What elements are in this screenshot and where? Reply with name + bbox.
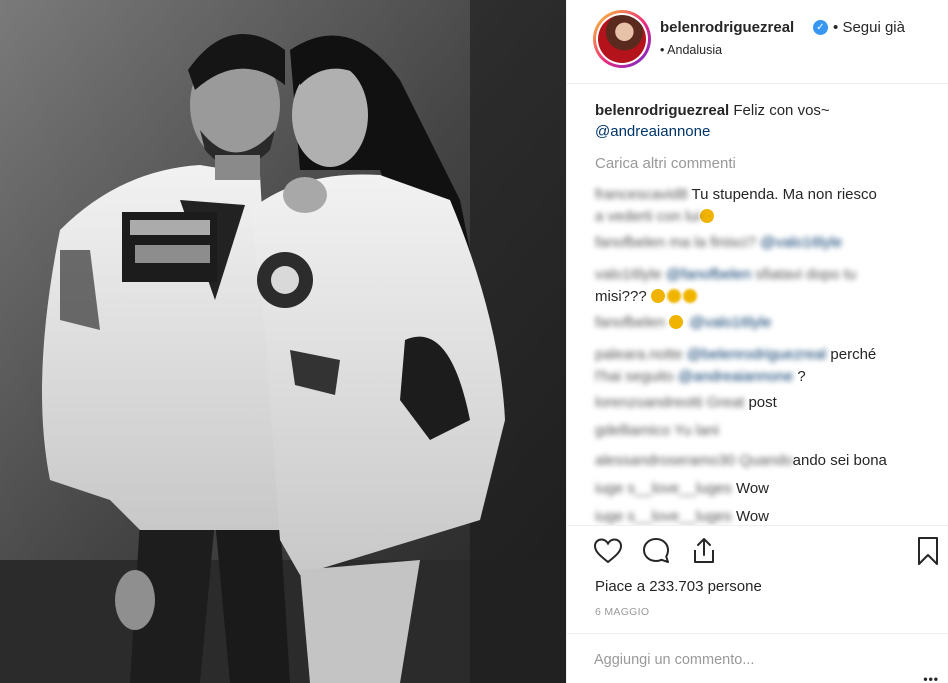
location-link[interactable]: • Andalusia xyxy=(660,43,722,57)
comment-item: francescavid8 Tu stupenda. Ma non riesco… xyxy=(595,184,935,228)
post-actions: Piace a 233.703 persone 6 MAGGIO ••• xyxy=(567,525,948,683)
comment-text: s__love__luges xyxy=(627,508,732,525)
comment-mention[interactable]: @valo16lyle xyxy=(760,234,842,251)
comment-mention[interactable]: @belenrodriguezreal xyxy=(687,346,826,363)
share-upload-icon[interactable] xyxy=(689,536,719,566)
more-options-icon[interactable]: ••• xyxy=(923,672,939,683)
comment-item: iuge s__love__luges Wow xyxy=(595,506,935,525)
comment-text: post xyxy=(748,394,777,411)
add-comment-bar: ••• xyxy=(567,633,948,683)
comment-input[interactable] xyxy=(594,652,914,668)
bookmark-icon[interactable] xyxy=(913,536,943,566)
comment-text: Great xyxy=(706,394,745,411)
comment-text: Yu lani xyxy=(673,422,719,439)
load-more-comments-button[interactable]: Carica altri commenti xyxy=(595,155,736,172)
comment-text: Wow xyxy=(735,480,770,497)
comment-item: valo16lyle @fanofbelen sfiatavi dopo tu … xyxy=(595,264,935,308)
follow-separator: • xyxy=(833,19,839,36)
sad-face-emoji-icon xyxy=(700,209,715,223)
post-date: 6 MAGGIO xyxy=(595,606,650,618)
comment-username[interactable]: gdelliamico xyxy=(595,422,670,439)
likes-count[interactable]: Piace a 233.703 persone xyxy=(595,578,762,595)
comment-mention[interactable]: @valo16lyle xyxy=(689,314,771,331)
comment-text: s__love__luges xyxy=(627,480,732,497)
post-photo-illustration xyxy=(0,0,566,683)
comment-username[interactable]: alessandroseramo30 xyxy=(595,452,735,469)
emoji-icon xyxy=(682,289,697,303)
caption-text: Feliz con vos~ xyxy=(733,102,830,119)
post-sidebar: belenrodriguezreal ✓ • Segui già • Andal… xyxy=(566,0,948,683)
comment-item: fanofbelen ma la finisci? @valo16lyle xyxy=(595,232,935,254)
comment-text: Quando xyxy=(739,452,793,469)
verified-badge-icon: ✓ xyxy=(813,20,828,35)
comment-mention[interactable]: @andreaiannone xyxy=(678,368,793,385)
emoji-icon xyxy=(669,315,684,329)
comment-username[interactable]: paleara.notte xyxy=(595,346,683,363)
comment-text: Tu stupenda. Ma non riesco xyxy=(691,186,877,203)
follow-status[interactable]: • Segui già xyxy=(833,19,905,36)
comment-text: a vederti con lui xyxy=(595,208,701,225)
emoji-icon xyxy=(650,289,665,303)
comment-text: misi??? xyxy=(595,288,647,305)
comment-item: lorenzoandreotti Great post xyxy=(595,392,935,414)
speech-bubble-icon[interactable] xyxy=(641,536,671,566)
comment-item: iuge s__love__luges Wow xyxy=(595,478,935,500)
comment-text: Wow xyxy=(735,508,770,525)
comment-text: perché xyxy=(830,346,877,363)
heart-outline-icon[interactable] xyxy=(593,536,623,566)
comment-username[interactable]: iuge xyxy=(595,480,623,497)
following-button[interactable]: Segui già xyxy=(842,19,905,36)
post-photo[interactable] xyxy=(0,0,566,683)
comment-text: l'hai seguito xyxy=(595,368,674,385)
comment-item: fanofbelen @valo16lyle xyxy=(595,312,935,334)
comment-username[interactable]: valo16lyle xyxy=(595,266,662,283)
post-header: belenrodriguezreal ✓ • Segui già • Andal… xyxy=(567,0,948,84)
story-ring[interactable] xyxy=(593,10,651,68)
comment-username[interactable]: fanofbelen xyxy=(595,314,665,331)
comment-username[interactable]: iuge xyxy=(595,508,623,525)
comment-text: ? xyxy=(797,368,806,385)
comment-text: ando sei bona xyxy=(792,452,887,469)
comment-username[interactable]: fanofbelen xyxy=(595,234,665,251)
post-caption: belenrodriguezreal Feliz con vos~ @andre… xyxy=(595,100,935,142)
comments-list[interactable]: belenrodriguezreal Feliz con vos~ @andre… xyxy=(567,84,948,525)
caption-username[interactable]: belenrodriguezreal xyxy=(595,102,729,119)
comment-username[interactable]: francescavid8 xyxy=(595,186,688,203)
avatar xyxy=(598,15,646,63)
comment-mention[interactable]: @fanofbelen xyxy=(666,266,751,283)
caption-mention[interactable]: @andreaiannone xyxy=(595,123,710,140)
comment-item: gdelliamico Yu lani xyxy=(595,420,935,442)
comment-item: paleara.notte @belenrodriguezreal perché… xyxy=(595,344,935,388)
comment-username[interactable]: lorenzoandreotti xyxy=(595,394,703,411)
comment-text: ma la finisci? xyxy=(669,234,756,251)
header-username[interactable]: belenrodriguezreal xyxy=(660,19,794,36)
emoji-icon xyxy=(666,289,681,303)
comment-text: sfiatavi dopo tu xyxy=(755,266,857,283)
comment-item: alessandroseramo30 Quandoando sei bona xyxy=(595,450,935,472)
